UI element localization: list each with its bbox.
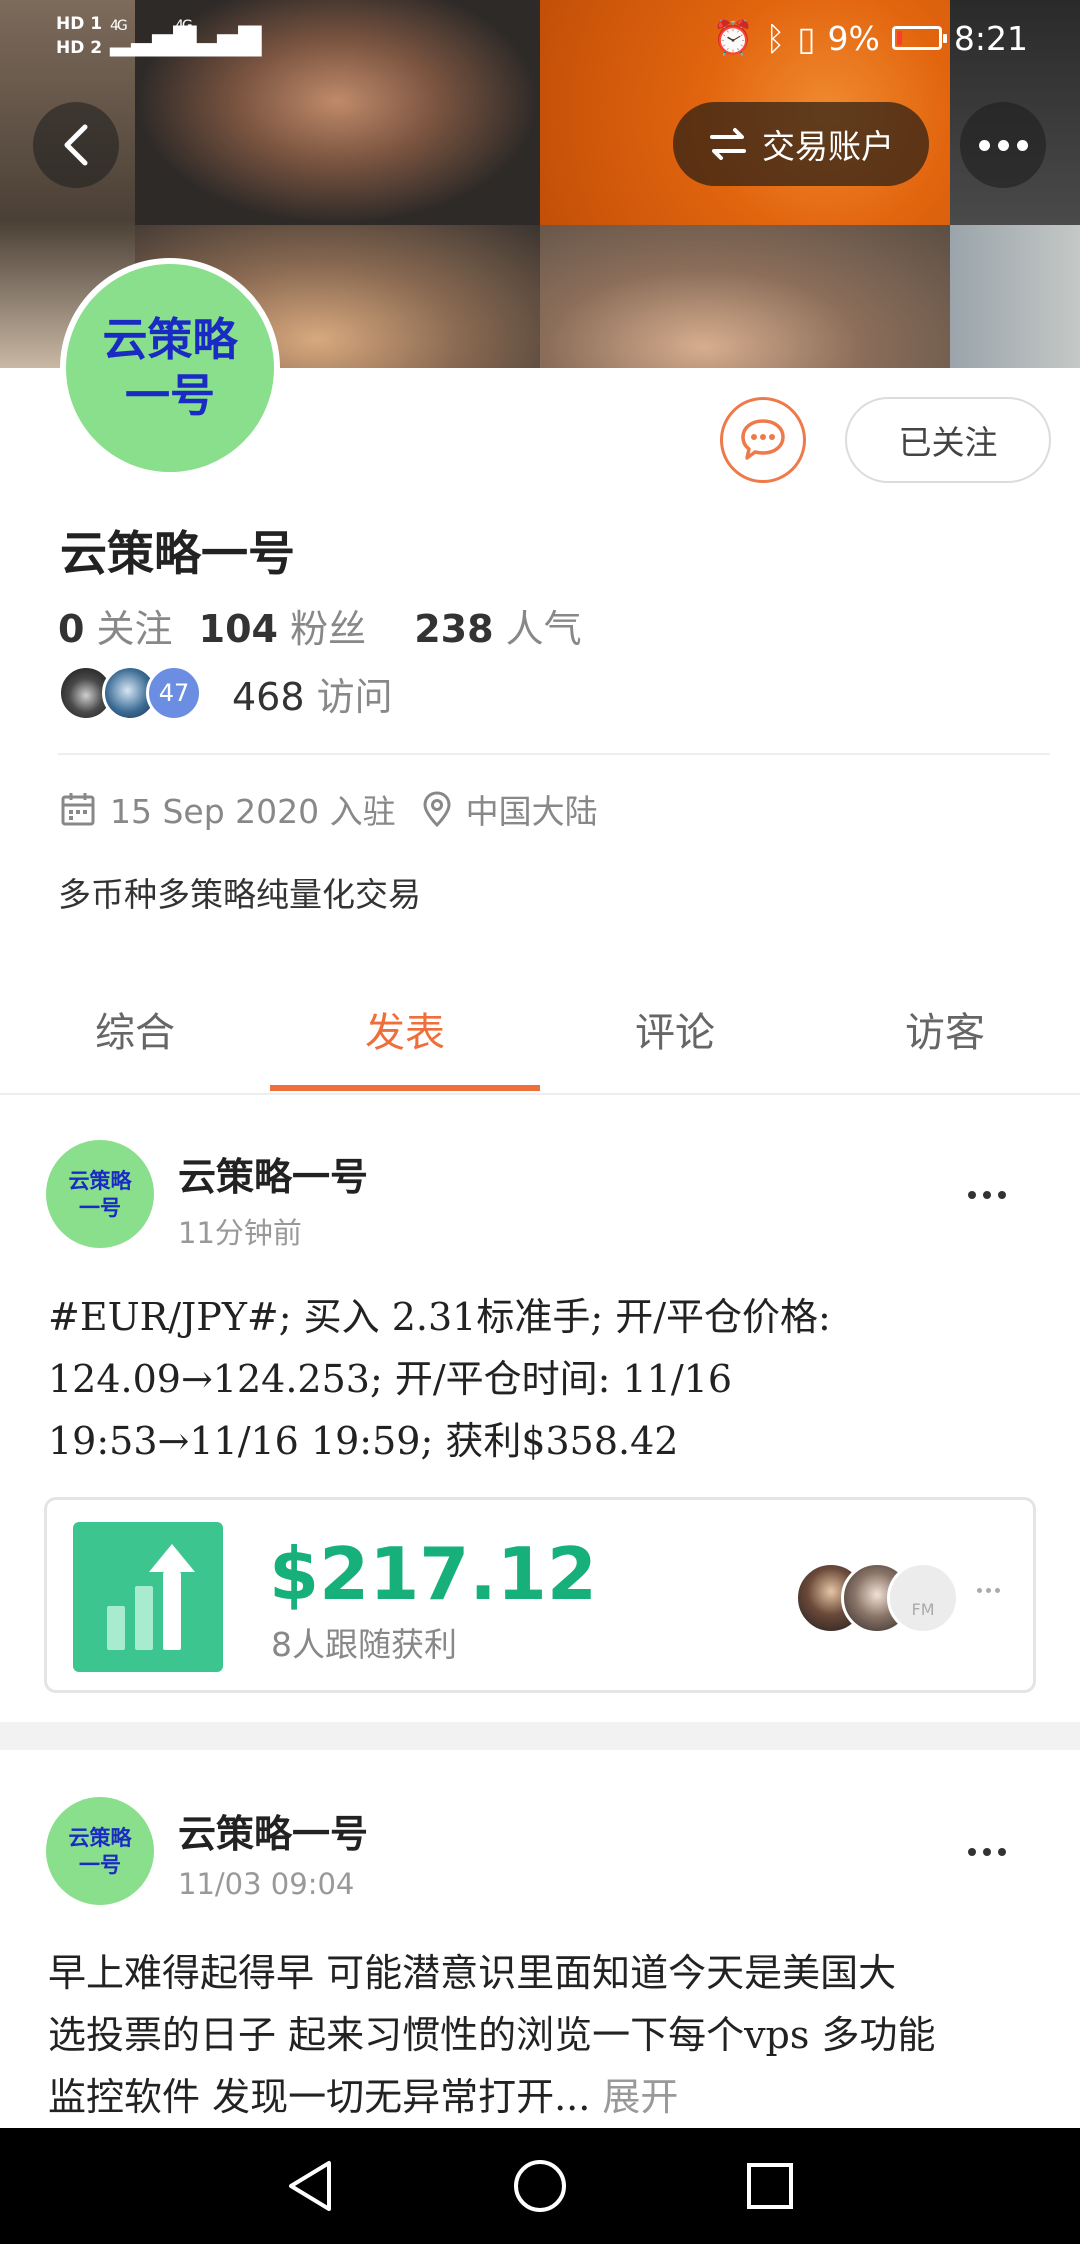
bar-chart-up-icon bbox=[73, 1522, 223, 1672]
calendar-icon bbox=[60, 791, 96, 827]
follow-profit-label: 8人跟随获利 bbox=[271, 1625, 457, 1664]
nav-back-icon bbox=[289, 2161, 331, 2211]
post-separator bbox=[0, 1722, 1080, 1750]
follower-avatar: FM bbox=[887, 1562, 959, 1634]
profile-avatar[interactable]: 云策略 一号 bbox=[60, 258, 280, 478]
nav-home-icon bbox=[514, 2160, 566, 2212]
sim2-label: HD 2 bbox=[56, 38, 103, 58]
avatar-text-line2: 一号 bbox=[124, 369, 215, 422]
status-bar: HD 1 HD 2 4G ▂▃▅▇ 4G ▂▃▅▇ ⏰ ᛒ ▯ 9% 8:21 bbox=[0, 0, 1080, 80]
post-author-name[interactable]: 云策略一号 bbox=[178, 1803, 368, 1858]
post-line: 124.09→124.253; 开/平仓时间: 11/16 bbox=[48, 1357, 733, 1401]
following-stat[interactable]: 0 关注 bbox=[58, 607, 173, 651]
more-icon bbox=[978, 139, 1028, 151]
expand-link[interactable]: 展开 bbox=[602, 2075, 678, 2119]
nav-recents-button[interactable] bbox=[700, 2128, 840, 2244]
location-pin-icon bbox=[422, 790, 452, 828]
tab-visitors[interactable]: 访客 bbox=[810, 965, 1080, 1093]
tab-overview[interactable]: 综合 bbox=[0, 965, 270, 1093]
followed-button[interactable]: 已关注 bbox=[845, 397, 1051, 483]
post-line: 19:53→11/16 19:59; 获利$358.42 bbox=[48, 1419, 679, 1463]
nav-recents-icon bbox=[747, 2163, 793, 2209]
post-body[interactable]: 早上难得起得早 可能潜意识里面知道今天是美国大 选投票的日子 起来习惯性的浏览一… bbox=[48, 1942, 1048, 2128]
sim-indicators: HD 1 HD 2 bbox=[56, 12, 102, 60]
card-more-icon[interactable] bbox=[977, 1588, 1000, 1593]
alarm-icon: ⏰ bbox=[712, 18, 754, 57]
post-author-avatar[interactable]: 云策略 一号 bbox=[46, 1140, 154, 1248]
follow-profit-amount: $217.12 bbox=[269, 1532, 597, 1616]
post-line: #EUR/JPY#; 买入 2.31标准手; 开/平仓价格: bbox=[48, 1295, 831, 1339]
more-options-button[interactable] bbox=[960, 102, 1046, 188]
system-navigation-bar bbox=[0, 2128, 1080, 2244]
post-line: 监控软件 发现一切无异常打开... 展开 bbox=[48, 2075, 679, 2119]
nav-back-button[interactable] bbox=[240, 2128, 380, 2244]
trade-account-button[interactable]: 交易账户 bbox=[673, 102, 929, 186]
tab-comments[interactable]: 评论 bbox=[540, 965, 810, 1093]
bluetooth-icon: ᛒ bbox=[765, 18, 786, 58]
profile-bio: 多币种多策略纯量化交易 bbox=[58, 875, 421, 914]
follow-profit-card[interactable]: $217.12 8人跟随获利 FM bbox=[44, 1497, 1036, 1693]
profile-meta: 15 Sep 2020 入驻 中国大陆 bbox=[60, 785, 598, 833]
post-more-button[interactable] bbox=[968, 1848, 1006, 1856]
post-body[interactable]: #EUR/JPY#; 买入 2.31标准手; 开/平仓价格: 124.09→12… bbox=[48, 1286, 1048, 1472]
post-line: 选投票的日子 起来习惯性的浏览一下每个vps 多功能 bbox=[48, 2013, 936, 2057]
active-tab-indicator bbox=[270, 1085, 540, 1091]
post-author-name[interactable]: 云策略一号 bbox=[178, 1146, 368, 1201]
follower-avatars: FM bbox=[795, 1562, 959, 1634]
back-button[interactable] bbox=[33, 102, 119, 188]
clock: 8:21 bbox=[953, 18, 1028, 58]
post-line: 早上难得起得早 可能潜意识里面知道今天是美国大 bbox=[48, 1951, 897, 1995]
profile-stats: 0 关注 104 粉丝 238 人气 bbox=[58, 598, 582, 653]
vibrate-icon: ▯ bbox=[797, 18, 816, 58]
battery-percent: 9% bbox=[827, 18, 880, 58]
battery-icon bbox=[891, 26, 947, 50]
avatar-text-line1: 云策略 bbox=[102, 313, 238, 366]
popularity-stat: 238 人气 bbox=[414, 607, 582, 651]
tab-posts[interactable]: 发表 bbox=[270, 965, 540, 1093]
post-time: 11/03 09:04 bbox=[178, 1867, 355, 1901]
profile-tabs: 综合 发表 评论 访客 bbox=[0, 965, 1080, 1095]
profile-name: 云策略一号 bbox=[60, 527, 295, 582]
swap-icon bbox=[710, 128, 746, 160]
nav-home-button[interactable] bbox=[470, 2128, 610, 2244]
followers-stat[interactable]: 104 粉丝 bbox=[199, 607, 366, 651]
chat-bubble-icon bbox=[741, 419, 785, 460]
location: 中国大陆 bbox=[465, 792, 598, 831]
post-time: 11分钟前 bbox=[178, 1216, 302, 1250]
visitor-count-badge: 47 bbox=[146, 665, 202, 721]
post-more-button[interactable] bbox=[968, 1191, 1006, 1199]
message-button[interactable] bbox=[720, 397, 806, 483]
post-author-avatar[interactable]: 云策略 一号 bbox=[46, 1797, 154, 1905]
divider bbox=[58, 753, 1050, 755]
visits-stat: 468 访问 bbox=[232, 674, 393, 719]
status-right: ⏰ ᛒ ▯ 9% 8:21 bbox=[712, 18, 1028, 58]
signal-icon-2: 4G ▂▃▅▇ bbox=[175, 18, 261, 57]
joined-date: 15 Sep 2020 入驻 bbox=[110, 792, 396, 831]
recent-visitors[interactable]: 47 468 访问 bbox=[58, 665, 393, 721]
sim1-label: HD 1 bbox=[56, 14, 103, 34]
trade-account-label: 交易账户 bbox=[762, 127, 894, 166]
back-arrow-icon bbox=[64, 124, 88, 166]
